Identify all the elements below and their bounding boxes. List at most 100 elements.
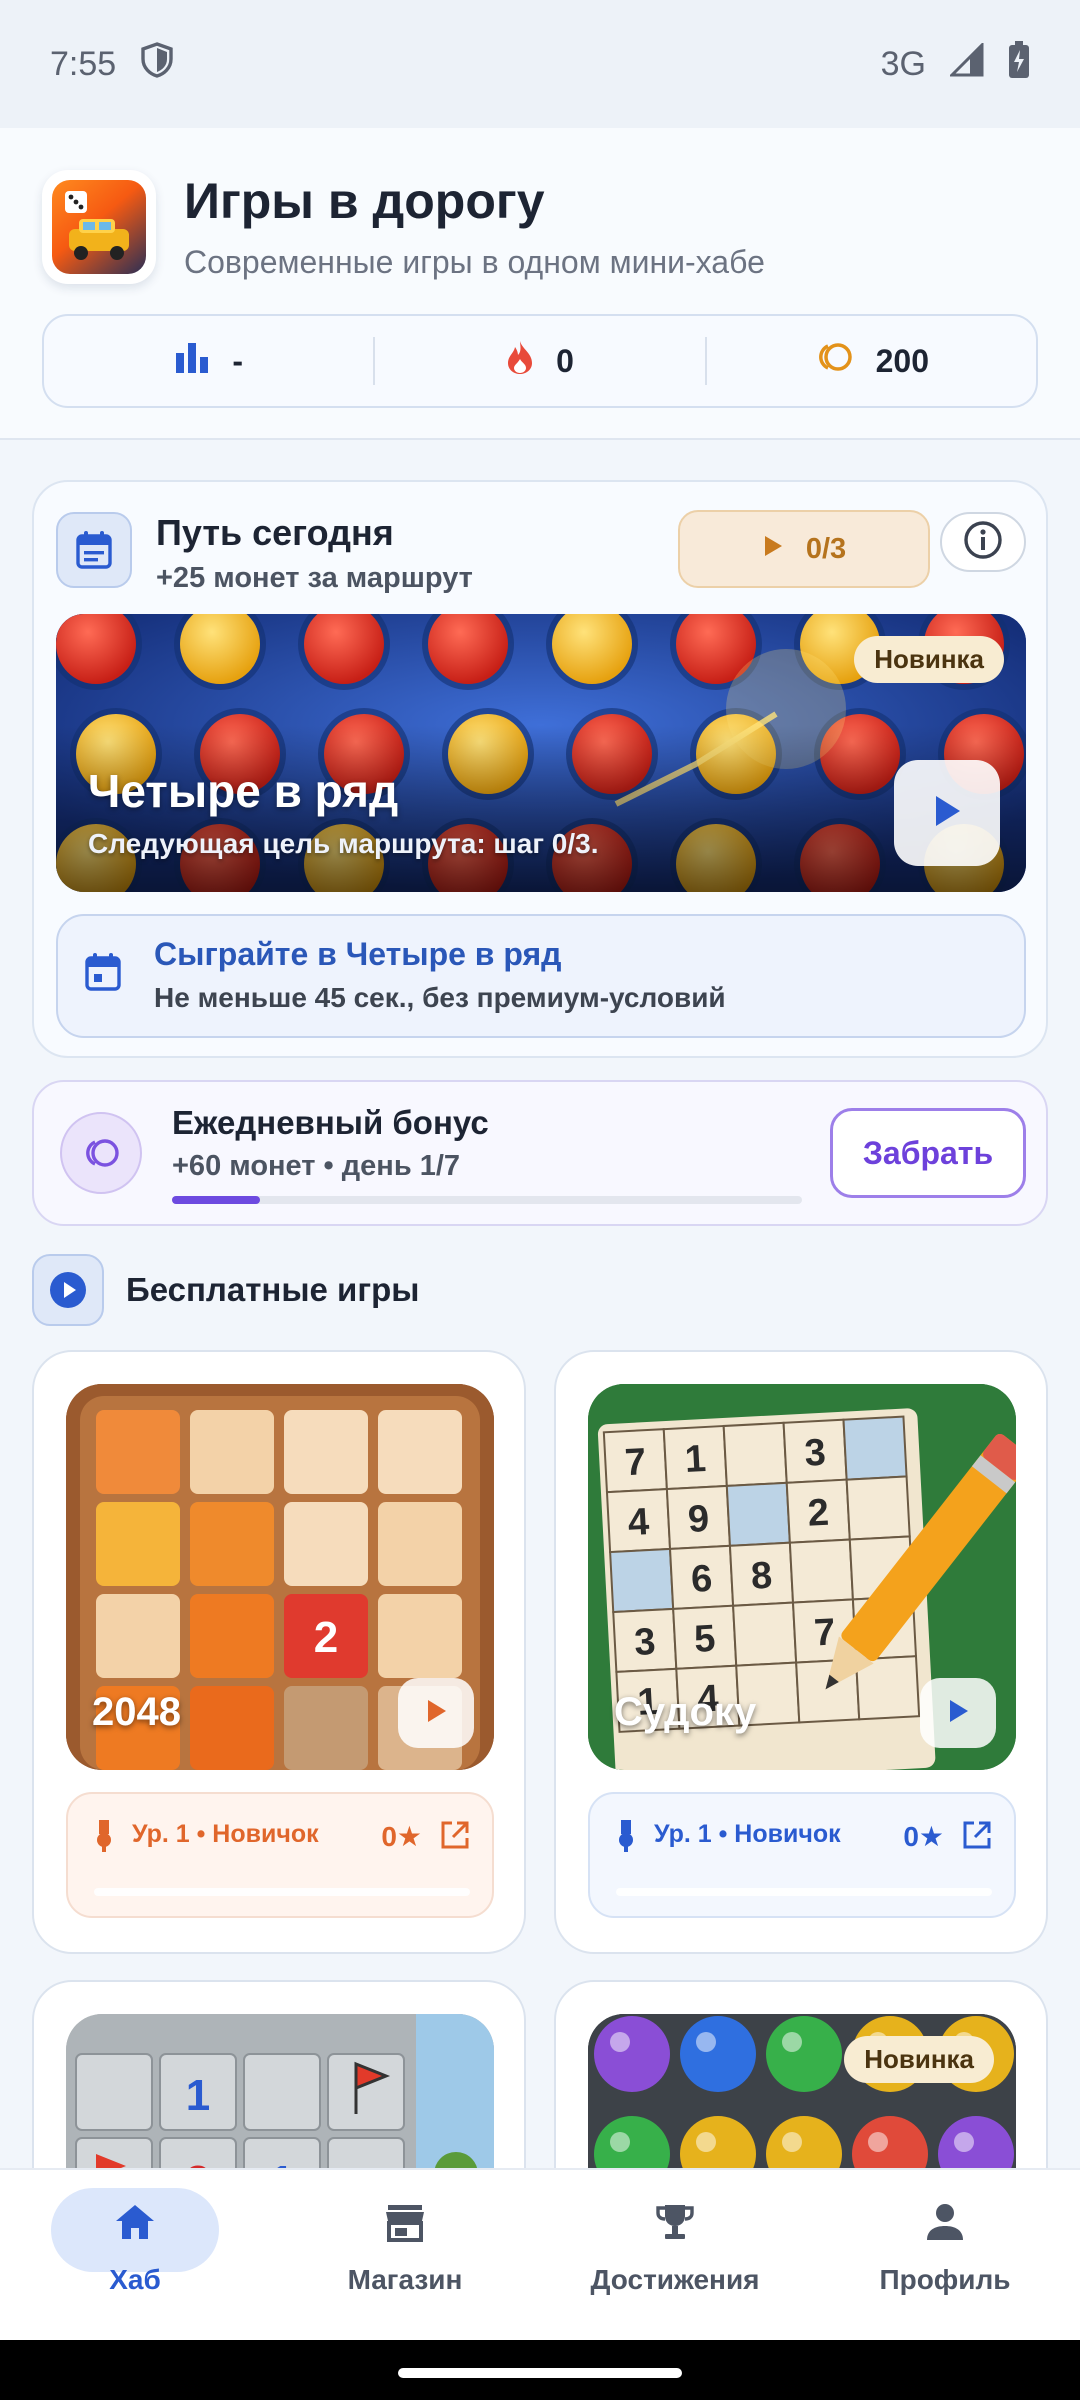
nav-hub[interactable]: Хаб [0, 2170, 270, 2340]
nav-profile[interactable]: Профиль [810, 2170, 1080, 2340]
stat-rank-value: - [232, 342, 243, 379]
stats-bar: - 0 200 [42, 314, 1038, 408]
tile-decoration [190, 1594, 274, 1678]
app-subtitle: Современные игры в одном мини-хабе [184, 244, 765, 280]
route-task[interactable]: Сыграйте в Четыре в ряд Не меньше 45 сек… [56, 914, 1026, 1038]
tile-decoration [378, 1594, 462, 1678]
new-badge: Новинка [844, 2036, 994, 2083]
person-icon [923, 2198, 967, 2246]
game-card-2048[interactable]: 2 2048 Ур. 1 • Новичок 0★ [32, 1350, 526, 1954]
info-icon [963, 520, 1003, 565]
app-header: Игры в дорогу Современные игры в одном м… [0, 128, 1080, 440]
sudoku-cell [609, 1547, 675, 1614]
stat-streak[interactable]: 0 [375, 339, 704, 383]
nav-label: Хаб [109, 2264, 161, 2295]
sudoku-digit: 5 [693, 1618, 716, 1661]
shield-icon [140, 41, 174, 87]
game-play-button[interactable] [920, 1678, 996, 1748]
sudoku-cell [722, 1421, 788, 1487]
game-card-sudoku[interactable]: 7134926835714 Судоку Ур. 1 • Новичок 0★ [554, 1350, 1048, 1954]
banner-subtitle: Следующая цель маршрута: шаг 0/3. [88, 828, 599, 859]
bottom-navigation: Хаб Магазин Достижения Профиль [0, 2168, 1080, 2340]
game-level: Ур. 1 • Новичок [132, 1820, 319, 1848]
tile-number: 2 [314, 1613, 338, 1662]
game-title: Судоку [614, 1690, 757, 1734]
open-external-icon[interactable] [962, 1820, 992, 1857]
bonus-progress-fill [172, 1196, 261, 1204]
sudoku-digit: 4 [627, 1501, 650, 1544]
game-thumbnail: 7134926835714 Судоку [588, 1384, 1016, 1770]
sudoku-digit: 2 [807, 1492, 830, 1535]
sudoku-digit: 9 [687, 1498, 710, 1541]
stat-coins[interactable]: 200 [707, 342, 1036, 380]
store-icon [383, 2198, 427, 2246]
tile-decoration [96, 1410, 180, 1494]
section-title: Бесплатные игры [126, 1271, 420, 1308]
stat-coins-value: 200 [875, 342, 930, 379]
status-time: 7:55 [50, 44, 117, 83]
flame-icon [506, 339, 534, 383]
tile-decoration [378, 1502, 462, 1586]
bonus-subtitle: +60 монет • день 1/7 [172, 1150, 461, 1182]
route-title: Путь сегодня [156, 512, 394, 553]
signal-icon [948, 40, 984, 86]
task-title: Сыграйте в Четыре в ряд [154, 936, 562, 972]
nav-label: Магазин [347, 2264, 463, 2295]
featured-game-banner[interactable]: Новинка Четыре в ряд Следующая цель марш… [56, 614, 1026, 892]
sudoku-digit: 8 [750, 1555, 773, 1598]
sudoku-digit: 1 [684, 1438, 707, 1481]
ball-decoration [680, 2016, 756, 2092]
coins-icon [814, 342, 854, 380]
sudoku-cell [842, 1415, 908, 1481]
sudoku-cell [732, 1601, 798, 1667]
calendar-icon [56, 512, 132, 588]
ball-decoration [766, 2016, 842, 2092]
status-bar: 7:55 3G [0, 0, 1080, 128]
sudoku-cell [788, 1538, 854, 1604]
tile-decoration [284, 1410, 368, 1494]
play-icon [946, 1698, 970, 1729]
sudoku-digit: 7 [813, 1611, 836, 1654]
banner-play-button[interactable] [894, 760, 1000, 866]
route-progress-pill[interactable]: 0/3 [678, 510, 930, 588]
sudoku-digit: 3 [804, 1432, 827, 1475]
game-stars: 0★ [903, 1821, 944, 1852]
tile-decoration [96, 1594, 180, 1678]
gesture-handle[interactable] [398, 2368, 682, 2378]
tile-decoration [284, 1686, 368, 1770]
game-progress-box: Ур. 1 • Новичок 0★ [66, 1792, 494, 1918]
play-circle-icon [32, 1254, 104, 1326]
nav-store[interactable]: Магазин [270, 2170, 540, 2340]
tile-decoration [190, 1502, 274, 1586]
game-thumbnail: 2 2048 [66, 1384, 494, 1770]
sudoku-cell [725, 1481, 791, 1547]
game-progress-bar [616, 1888, 992, 1896]
stat-streak-value: 0 [556, 342, 574, 379]
free-games-header: Бесплатные игры [32, 1254, 419, 1326]
app-logo [42, 170, 156, 284]
medal-icon [94, 1820, 114, 1859]
game-stars: 0★ [381, 1821, 422, 1852]
game-level: Ур. 1 • Новичок [654, 1820, 841, 1848]
nav-achievements[interactable]: Достижения [540, 2170, 810, 2340]
info-button[interactable] [940, 512, 1026, 572]
ball-decoration [594, 2016, 670, 2092]
claim-button[interactable]: Забрать [830, 1108, 1026, 1198]
tile-decoration [190, 1686, 274, 1770]
new-badge: Новинка [854, 636, 1004, 683]
tile-decoration [284, 1502, 368, 1586]
play-icon [762, 533, 784, 566]
game-play-button[interactable] [398, 1678, 474, 1748]
game-title: 2048 [92, 1690, 181, 1734]
stat-rank[interactable]: - [44, 341, 373, 381]
game-progress-box: Ур. 1 • Новичок 0★ [588, 1792, 1016, 1918]
open-external-icon[interactable] [440, 1820, 470, 1857]
app-title: Игры в дорогу [184, 173, 545, 229]
network-type: 3G [880, 44, 926, 83]
nav-label: Достижения [590, 2264, 760, 2295]
sudoku-digit: 6 [690, 1558, 713, 1601]
play-icon [930, 793, 964, 834]
sudoku-digit: 7 [624, 1441, 647, 1484]
medal-icon [616, 1820, 636, 1859]
route-reward: +25 монет за маршрут [156, 562, 473, 594]
